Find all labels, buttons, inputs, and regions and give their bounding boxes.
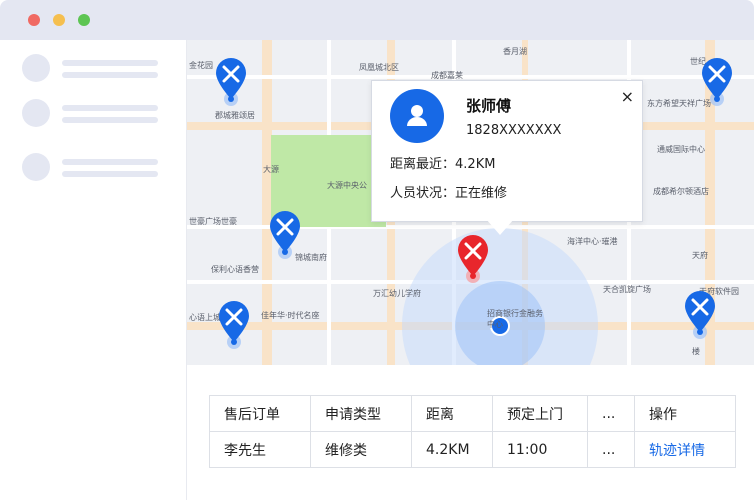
table-header-row: 售后订单 申请类型 距离 预定上门 ... 操作: [209, 395, 736, 432]
column-header: 距离: [411, 395, 493, 432]
sidebar: [0, 40, 187, 500]
map-label: 通威国际中心: [657, 145, 705, 154]
cell-more: ...: [587, 431, 635, 468]
column-header: 预定上门: [492, 395, 588, 432]
technician-avatar: [390, 89, 444, 143]
selected-technician-pin[interactable]: [456, 234, 490, 284]
map-label: 世豪广场世豪: [189, 217, 237, 226]
minimize-window-button[interactable]: [53, 14, 65, 26]
status-value: 正在维修: [455, 186, 508, 201]
technician-pin[interactable]: [214, 57, 248, 107]
distance-label: 距离最近：: [390, 157, 456, 172]
cell-action: 轨迹详情: [634, 431, 736, 468]
sidebar-item-placeholder-line: [62, 159, 158, 165]
sidebar-item-avatar: [22, 153, 50, 181]
column-header: ...: [587, 395, 635, 432]
title-bar: [0, 0, 754, 40]
sidebar-item-placeholder-line: [62, 117, 158, 123]
sidebar-item-placeholder-line: [62, 105, 158, 111]
order-table: 售后订单 申请类型 距离 预定上门 ... 操作 李先生 维修类 4.2KM 1…: [209, 395, 736, 468]
close-window-button[interactable]: [28, 14, 40, 26]
status-row: 人员状况：正在维修: [390, 182, 507, 201]
column-header: 售后订单: [209, 395, 311, 432]
cell-type: 维修类: [310, 431, 412, 468]
map-label: 金花园: [189, 61, 213, 70]
cell-customer: 李先生: [209, 431, 311, 468]
sidebar-item-placeholder-line: [62, 72, 158, 78]
sidebar-item-3[interactable]: [22, 153, 162, 183]
maximize-window-button[interactable]: [78, 14, 90, 26]
sidebar-item-avatar: [22, 54, 50, 82]
status-label: 人员状况：: [390, 186, 456, 201]
technician-pin[interactable]: [683, 290, 717, 340]
user-icon: [407, 105, 427, 126]
cell-time: 11:00: [492, 431, 588, 468]
technician-pin[interactable]: [700, 57, 734, 107]
technician-info-popup: 张师傅 1828XXXXXXX 距离最近：4.2KM 人员状况：正在维修 ×: [371, 80, 643, 222]
sidebar-item-placeholder-line: [62, 171, 158, 177]
distance-value: 4.2KM: [455, 157, 496, 172]
map-label: 楼: [692, 347, 700, 356]
distance-row: 距离最近：4.2KM: [390, 153, 495, 172]
map-label: 大源中央公: [327, 181, 367, 190]
sidebar-item-placeholder-line: [62, 60, 158, 66]
technician-phone: 1828XXXXXXX: [466, 123, 562, 138]
cell-distance: 4.2KM: [411, 431, 493, 468]
map-label: 万汇幼儿学府: [373, 289, 421, 298]
sidebar-item-avatar: [22, 99, 50, 127]
track-details-link[interactable]: 轨迹详情: [649, 443, 705, 459]
sidebar-item-2[interactable]: [22, 99, 162, 129]
technician-pin[interactable]: [217, 300, 251, 350]
technician-name: 张师傅: [466, 97, 512, 115]
close-icon[interactable]: ×: [621, 87, 634, 106]
table-row: 李先生 维修类 4.2KM 11:00 ... 轨迹详情: [209, 431, 736, 468]
map-label: 凤凰城北区: [359, 63, 399, 72]
map-label: 郡城雅颂居: [215, 111, 255, 120]
map-label: 海洋中心·璀港: [567, 237, 618, 246]
column-header: 申请类型: [310, 395, 412, 432]
map-label: 保利心语香营: [211, 265, 259, 274]
map-label: 招商银行金融务中心: [487, 309, 543, 329]
map-label: 天府: [692, 251, 708, 260]
technician-pin[interactable]: [268, 210, 302, 260]
app-window: 金花园 郡城雅颂居 凤凰城北区 成都嘉莱 香月湖 世纪 东方希望天祥广场 通威国…: [0, 0, 754, 500]
map-label: 香月湖: [503, 47, 527, 56]
column-header: 操作: [634, 395, 736, 432]
map-label: 佳年华·时代名座: [261, 311, 320, 320]
popup-pointer: [486, 219, 514, 235]
sidebar-item-1[interactable]: [22, 54, 162, 84]
map-label: 成都希尔顿酒店: [653, 187, 709, 196]
order-table-panel: 售后订单 申请类型 距离 预定上门 ... 操作 李先生 维修类 4.2KM 1…: [187, 365, 754, 500]
map-label: 天合凯旋广场: [603, 285, 651, 294]
map-label: 大源: [263, 165, 279, 174]
